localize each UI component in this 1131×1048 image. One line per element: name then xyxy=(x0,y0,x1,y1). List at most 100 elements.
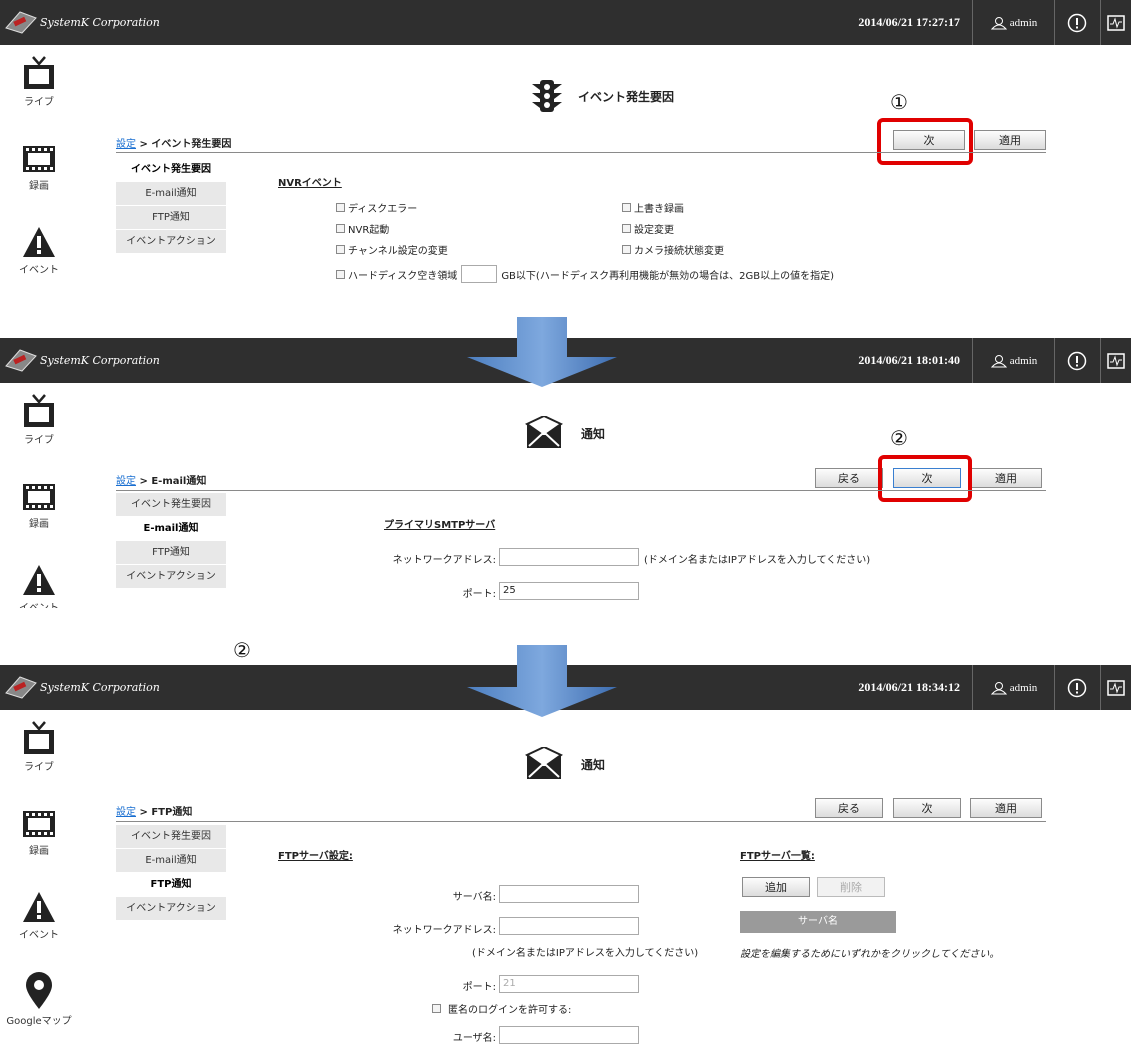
map-pin-icon xyxy=(26,972,52,1009)
breadcrumb-link-settings[interactable]: 設定 xyxy=(116,139,136,150)
checkbox[interactable] xyxy=(622,203,631,212)
disk-space-input[interactable] xyxy=(461,265,498,283)
user-menu[interactable]: admin xyxy=(974,338,1055,383)
port-label: ポート: xyxy=(462,589,496,600)
screen-event-trigger: SystemK Corporation 2014/06/21 17:27:17 … xyxy=(0,0,1131,285)
apply-button[interactable]: 適用 xyxy=(974,130,1046,150)
anonymous-login-checkbox[interactable]: 匿名のログインを許可する: xyxy=(432,1001,571,1016)
checkbox-camera-connection[interactable]: カメラ接続状態変更 xyxy=(622,242,724,257)
subnav-event-trigger[interactable]: イベント発生要因 xyxy=(116,825,226,849)
subnav-event-trigger[interactable]: イベント発生要因 xyxy=(116,493,226,517)
checkbox-config-change[interactable]: 設定変更 xyxy=(622,221,674,236)
traffic-light-icon xyxy=(532,80,562,112)
settings-subnav: イベント発生要因 E-mail通知 FTP通知 イベントアクション xyxy=(116,825,226,921)
primary-smtp-heading: プライマリSMTPサーバ xyxy=(384,520,496,531)
subnav-email[interactable]: E-mail通知 xyxy=(116,517,226,541)
film-icon xyxy=(23,484,55,510)
checkbox[interactable] xyxy=(336,245,345,254)
subnav-event-trigger[interactable]: イベント発生要因 xyxy=(116,158,226,182)
nav-record[interactable]: 録画 xyxy=(0,143,78,192)
nav-record[interactable]: 録画 xyxy=(0,481,78,530)
checkbox-overwrite[interactable]: 上書き録画 xyxy=(622,200,684,215)
subnav-ftp[interactable]: FTP通知 xyxy=(116,206,226,230)
next-button[interactable]: 次 xyxy=(893,798,961,818)
nav-record[interactable]: 録画 xyxy=(0,808,78,857)
envelope-icon xyxy=(525,416,563,448)
breadcrumb-link-settings[interactable]: 設定 xyxy=(116,807,136,818)
delete-server-button[interactable]: 削除 xyxy=(817,877,885,897)
checkbox[interactable] xyxy=(336,269,345,279)
back-button[interactable]: 戻る xyxy=(815,468,883,488)
port-input[interactable]: 25 xyxy=(499,582,639,600)
user-name-label: ユーザ名: xyxy=(452,1033,496,1044)
brand-logo-icon xyxy=(5,676,37,699)
apply-button[interactable]: 適用 xyxy=(970,468,1042,488)
envelope-icon xyxy=(525,747,563,779)
port-label: ポート: xyxy=(462,982,496,993)
divider xyxy=(116,152,1046,153)
ftp-server-list-heading: FTPサーバ一覧: xyxy=(740,851,815,862)
server-name-input[interactable] xyxy=(499,885,639,903)
subnav-ftp[interactable]: FTP通知 xyxy=(116,541,226,565)
monitor-button[interactable] xyxy=(1101,0,1131,45)
checkbox-channel-change[interactable]: チャンネル設定の変更 xyxy=(336,242,448,257)
address-input[interactable] xyxy=(499,548,639,566)
nav-event[interactable]: イベント xyxy=(0,563,78,608)
nav-live[interactable]: ライブ xyxy=(0,55,78,108)
warning-icon xyxy=(23,892,55,922)
alert-button[interactable] xyxy=(1054,0,1101,45)
nav-live[interactable]: ライブ xyxy=(0,393,78,446)
breadcrumb: 設定 > E-mail通知 xyxy=(116,476,207,487)
nav-live[interactable]: ライブ xyxy=(0,720,78,773)
subnav-email[interactable]: E-mail通知 xyxy=(116,182,226,206)
monitor-button[interactable] xyxy=(1101,665,1131,710)
subnav-ftp[interactable]: FTP通知 xyxy=(116,873,226,897)
checkbox[interactable] xyxy=(336,224,345,233)
add-server-button[interactable]: 追加 xyxy=(742,877,810,897)
nav-event[interactable]: イベント xyxy=(0,225,78,276)
checkbox-nvr-start[interactable]: NVR起動 xyxy=(336,221,389,236)
server-list-header[interactable]: サーバ名 xyxy=(740,911,896,933)
checkbox-disk-space[interactable]: ハードディスク空き領域 GB以下(ハードディスク再利用機能が無効の場合は、2GB… xyxy=(336,265,834,283)
user-menu[interactable]: admin xyxy=(974,665,1055,710)
nav-event[interactable]: イベント xyxy=(0,890,78,941)
monitor-icon xyxy=(1107,14,1125,31)
checkbox[interactable] xyxy=(622,224,631,233)
alert-button[interactable] xyxy=(1054,338,1101,383)
monitor-icon xyxy=(1107,352,1125,369)
checkbox[interactable] xyxy=(336,203,345,212)
divider xyxy=(116,490,1046,491)
checkbox[interactable] xyxy=(622,245,631,254)
back-button[interactable]: 戻る xyxy=(815,798,883,818)
checkbox-disk-error[interactable]: ディスクエラー xyxy=(336,200,417,215)
subnav-email[interactable]: E-mail通知 xyxy=(116,849,226,873)
nav-google-map[interactable]: Googleマップ xyxy=(0,972,78,1027)
warning-icon xyxy=(23,227,55,257)
user-icon xyxy=(990,681,1007,694)
section-title: イベント発生要因 xyxy=(530,78,674,114)
breadcrumb-link-settings[interactable]: 設定 xyxy=(116,476,136,487)
user-menu[interactable]: admin xyxy=(974,0,1055,45)
tv-icon xyxy=(24,56,54,89)
address-input[interactable] xyxy=(499,917,639,935)
subnav-event-action[interactable]: イベントアクション xyxy=(116,565,226,589)
address-label: ネットワークアドレス: xyxy=(392,925,496,936)
top-bar: SystemK Corporation 2014/06/21 17:27:17 … xyxy=(0,0,1131,45)
breadcrumb: 設定 > イベント発生要因 xyxy=(116,139,232,150)
subnav-event-action[interactable]: イベントアクション xyxy=(116,897,226,921)
alert-button[interactable] xyxy=(1054,665,1101,710)
section-title: 通知 xyxy=(525,416,605,450)
address-hint: (ドメイン名またはIPアドレスを入力してください) xyxy=(644,555,871,566)
checkbox[interactable] xyxy=(432,1004,441,1013)
user-name-input[interactable] xyxy=(499,1026,639,1044)
highlight-next xyxy=(877,118,973,165)
screen-ftp-notification: SystemK Corporation 2014/06/21 18:34:12 … xyxy=(0,665,1131,1048)
apply-button[interactable]: 適用 xyxy=(970,798,1042,818)
brand: SystemK Corporation xyxy=(4,8,160,36)
port-input[interactable]: 21 xyxy=(499,975,639,993)
subnav-event-action[interactable]: イベントアクション xyxy=(116,230,226,254)
monitor-button[interactable] xyxy=(1101,338,1131,383)
nvr-event-heading: NVRイベント xyxy=(278,178,342,189)
address-hint: (ドメイン名またはIPアドレスを入力してください) xyxy=(472,948,699,959)
arrow-down-icon xyxy=(467,317,617,387)
